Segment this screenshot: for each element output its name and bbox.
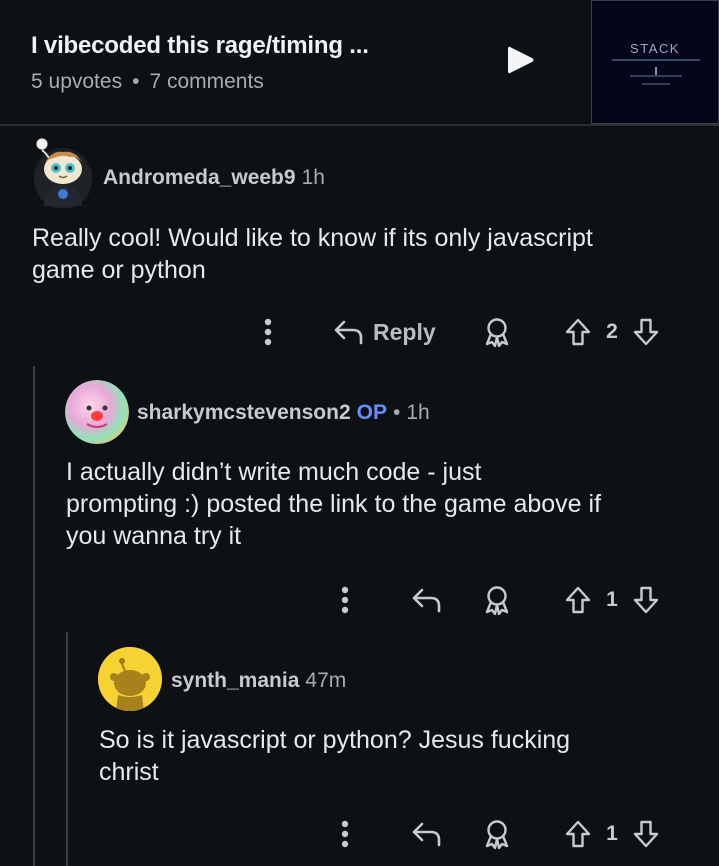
comment-meta: synth_mania 47m: [171, 669, 346, 693]
more-vertical-icon[interactable]: [333, 814, 357, 854]
thumbnail-title: STACK: [630, 41, 680, 56]
vote-count: 1: [606, 588, 618, 611]
comment-meta: sharkymcstevenson2 OP • 1h: [137, 401, 430, 425]
vote-count: 1: [606, 822, 618, 845]
comment-body: Really cool! Would like to know if its o…: [32, 222, 692, 286]
reply-arrow-icon[interactable]: [408, 814, 444, 854]
more-vertical-icon[interactable]: [333, 580, 357, 620]
comment-body-line: Really cool! Would like to know if its o…: [32, 224, 593, 252]
comment-body-line: So is it javascript or python? Jesus fuc…: [99, 726, 571, 754]
meta-separator: •: [392, 401, 401, 424]
comment-actions: 1: [0, 814, 719, 854]
avatar[interactable]: [65, 380, 129, 444]
comment: synth_mania 47m So is it javascript or py…: [0, 640, 719, 866]
vote-count: 2: [606, 320, 618, 343]
award-icon[interactable]: [480, 312, 514, 352]
avatar[interactable]: [98, 647, 162, 711]
award-icon[interactable]: [480, 580, 514, 620]
play-icon[interactable]: [505, 44, 535, 76]
reply-label: Reply: [373, 318, 436, 345]
comment-author[interactable]: Andromeda_weeb9: [103, 166, 296, 189]
reply-button[interactable]: Reply: [333, 312, 448, 352]
upvote-arrow-icon[interactable]: [562, 814, 594, 854]
comment-author[interactable]: synth_mania: [171, 669, 299, 692]
reply-arrow-icon: [334, 320, 363, 345]
upvote-count: 5 upvotes: [31, 70, 123, 93]
comment-actions: Reply 2: [0, 312, 719, 352]
comment-body: I actually didn’t write much code - just…: [66, 456, 706, 552]
comment: sharkymcstevenson2 OP • 1h I actually didn’…: [0, 370, 719, 620]
comment-body: So is it javascript or python? Jesus fuc…: [99, 724, 699, 788]
comment-author[interactable]: sharkymcstevenson2: [137, 401, 351, 424]
comment-count: 7 comments: [149, 70, 264, 93]
post-thumbnail[interactable]: STACK: [591, 0, 719, 124]
upvote-arrow-icon[interactable]: [562, 580, 594, 620]
comment-meta: Andromeda_weeb9 1h: [103, 166, 325, 190]
comment: Andromeda_weeb9 1h Really cool! Would lik…: [0, 128, 719, 368]
comment-body-line: prompting :) posted the link to the game…: [66, 490, 602, 518]
post-meta: 5 upvotes • 7 comments: [31, 70, 264, 94]
comment-actions: 1: [0, 580, 719, 620]
post-header: I vibecoded this rage/timing ... 5 upvot…: [0, 0, 719, 126]
more-vertical-icon[interactable]: [256, 312, 280, 352]
upvote-arrow-icon[interactable]: [562, 312, 594, 352]
comment-body-line: you wanna try it: [66, 522, 242, 550]
comment-time: 47m: [305, 669, 347, 692]
award-icon[interactable]: [480, 814, 514, 854]
meta-separator: •: [132, 70, 140, 93]
downvote-arrow-icon[interactable]: [630, 814, 662, 854]
comment-time: 1h: [406, 401, 430, 424]
downvote-arrow-icon[interactable]: [630, 580, 662, 620]
comment-time: 1h: [301, 166, 325, 189]
avatar[interactable]: [34, 137, 92, 208]
op-badge: OP: [356, 401, 387, 424]
comment-body-line: game or python: [32, 256, 206, 284]
comment-body-line: I actually didn’t write much code - just: [66, 458, 482, 486]
downvote-arrow-icon[interactable]: [630, 312, 662, 352]
reply-arrow-icon[interactable]: [408, 580, 444, 620]
comment-body-line: christ: [99, 758, 159, 786]
post-title[interactable]: I vibecoded this rage/timing ...: [31, 32, 369, 60]
